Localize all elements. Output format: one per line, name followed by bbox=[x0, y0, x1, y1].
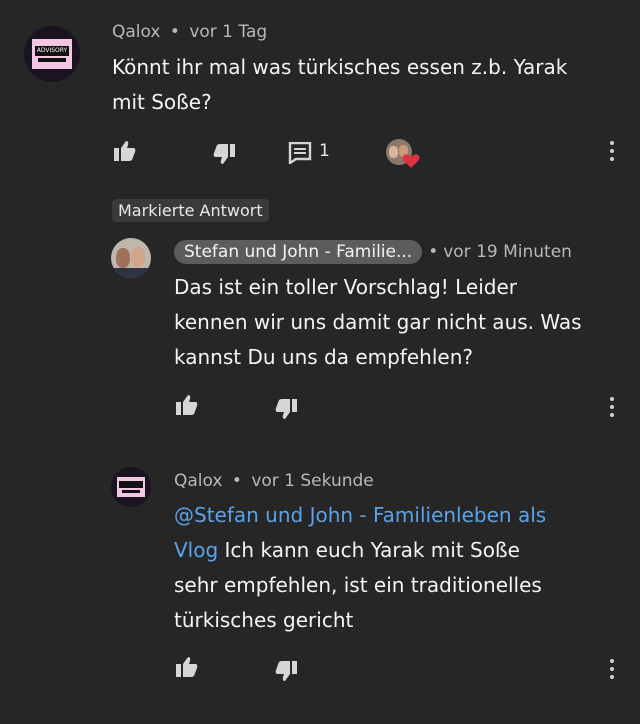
dislike-icon[interactable] bbox=[212, 143, 236, 165]
more-vert-icon[interactable] bbox=[610, 659, 616, 679]
comment-author[interactable]: Qalox bbox=[112, 22, 160, 42]
reply-meta: Stefan und John - Familie... • vor 19 Mi… bbox=[174, 240, 572, 264]
creator-author-chip[interactable]: Stefan und John - Familie... bbox=[174, 240, 423, 264]
avatar-qalox[interactable]: ADVISORY bbox=[24, 26, 80, 82]
reply-text-segment: Ich kann euch Yarak mit Soße bbox=[218, 538, 520, 562]
reply-text-line: Vlog Ich kann euch Yarak mit Soße bbox=[174, 533, 546, 568]
highlighted-reply-badge: Markierte Antwort bbox=[112, 199, 269, 222]
mention-link[interactable]: @Stefan und John - Familienleben als bbox=[174, 498, 546, 533]
meta-separator: • bbox=[231, 471, 242, 491]
like-icon[interactable] bbox=[175, 656, 199, 678]
comment-text: Könnt ihr mal was türkisches essen z.b. … bbox=[112, 50, 567, 120]
dislike-icon[interactable] bbox=[274, 398, 298, 420]
more-vert-icon[interactable] bbox=[610, 397, 616, 417]
meta-separator: • bbox=[428, 242, 439, 262]
avatar-stefan-john[interactable] bbox=[111, 238, 151, 278]
like-icon[interactable] bbox=[113, 140, 137, 162]
heart-icon bbox=[402, 153, 420, 169]
reply-text-line: türkisches gericht bbox=[174, 608, 354, 632]
like-icon[interactable] bbox=[175, 394, 199, 416]
creator-heart bbox=[386, 139, 422, 173]
reply-icon[interactable] bbox=[288, 142, 312, 164]
meta-separator: • bbox=[169, 22, 180, 42]
avatar-logo: ADVISORY bbox=[32, 39, 72, 69]
reply-text-line: sehr empfehlen, ist ein traditionelles bbox=[174, 573, 542, 597]
dislike-icon[interactable] bbox=[274, 660, 298, 682]
comment-text-line: Könnt ihr mal was türkisches essen z.b. … bbox=[112, 55, 568, 79]
reply-time[interactable]: vor 1 Sekunde bbox=[251, 471, 373, 491]
avatar-qalox[interactable] bbox=[111, 467, 151, 507]
comment-time[interactable]: vor 1 Tag bbox=[189, 22, 267, 42]
reply-count[interactable]: 1 bbox=[319, 141, 330, 161]
mention-link[interactable]: Vlog bbox=[174, 538, 218, 562]
reply-text-line: kannst Du uns da empfehlen? bbox=[174, 345, 473, 369]
reply-text: @Stefan und John - Familienleben als Vlo… bbox=[174, 498, 546, 638]
reply-time[interactable]: vor 19 Minuten bbox=[443, 242, 572, 262]
reply-meta: Qalox • vor 1 Sekunde bbox=[174, 471, 374, 491]
more-vert-icon[interactable] bbox=[610, 141, 616, 161]
comment-meta: Qalox • vor 1 Tag bbox=[112, 22, 267, 42]
comment-text-line: mit Soße? bbox=[112, 90, 212, 114]
reply-text: Das ist ein toller Vorschlag! Leider ken… bbox=[174, 270, 582, 375]
avatar-logo-text: ADVISORY bbox=[35, 46, 69, 56]
reply-text-line: kennen wir uns damit gar nicht aus. Was bbox=[174, 310, 582, 334]
reply-text-line: Das ist ein toller Vorschlag! Leider bbox=[174, 275, 518, 299]
reply-author[interactable]: Qalox bbox=[174, 471, 222, 491]
